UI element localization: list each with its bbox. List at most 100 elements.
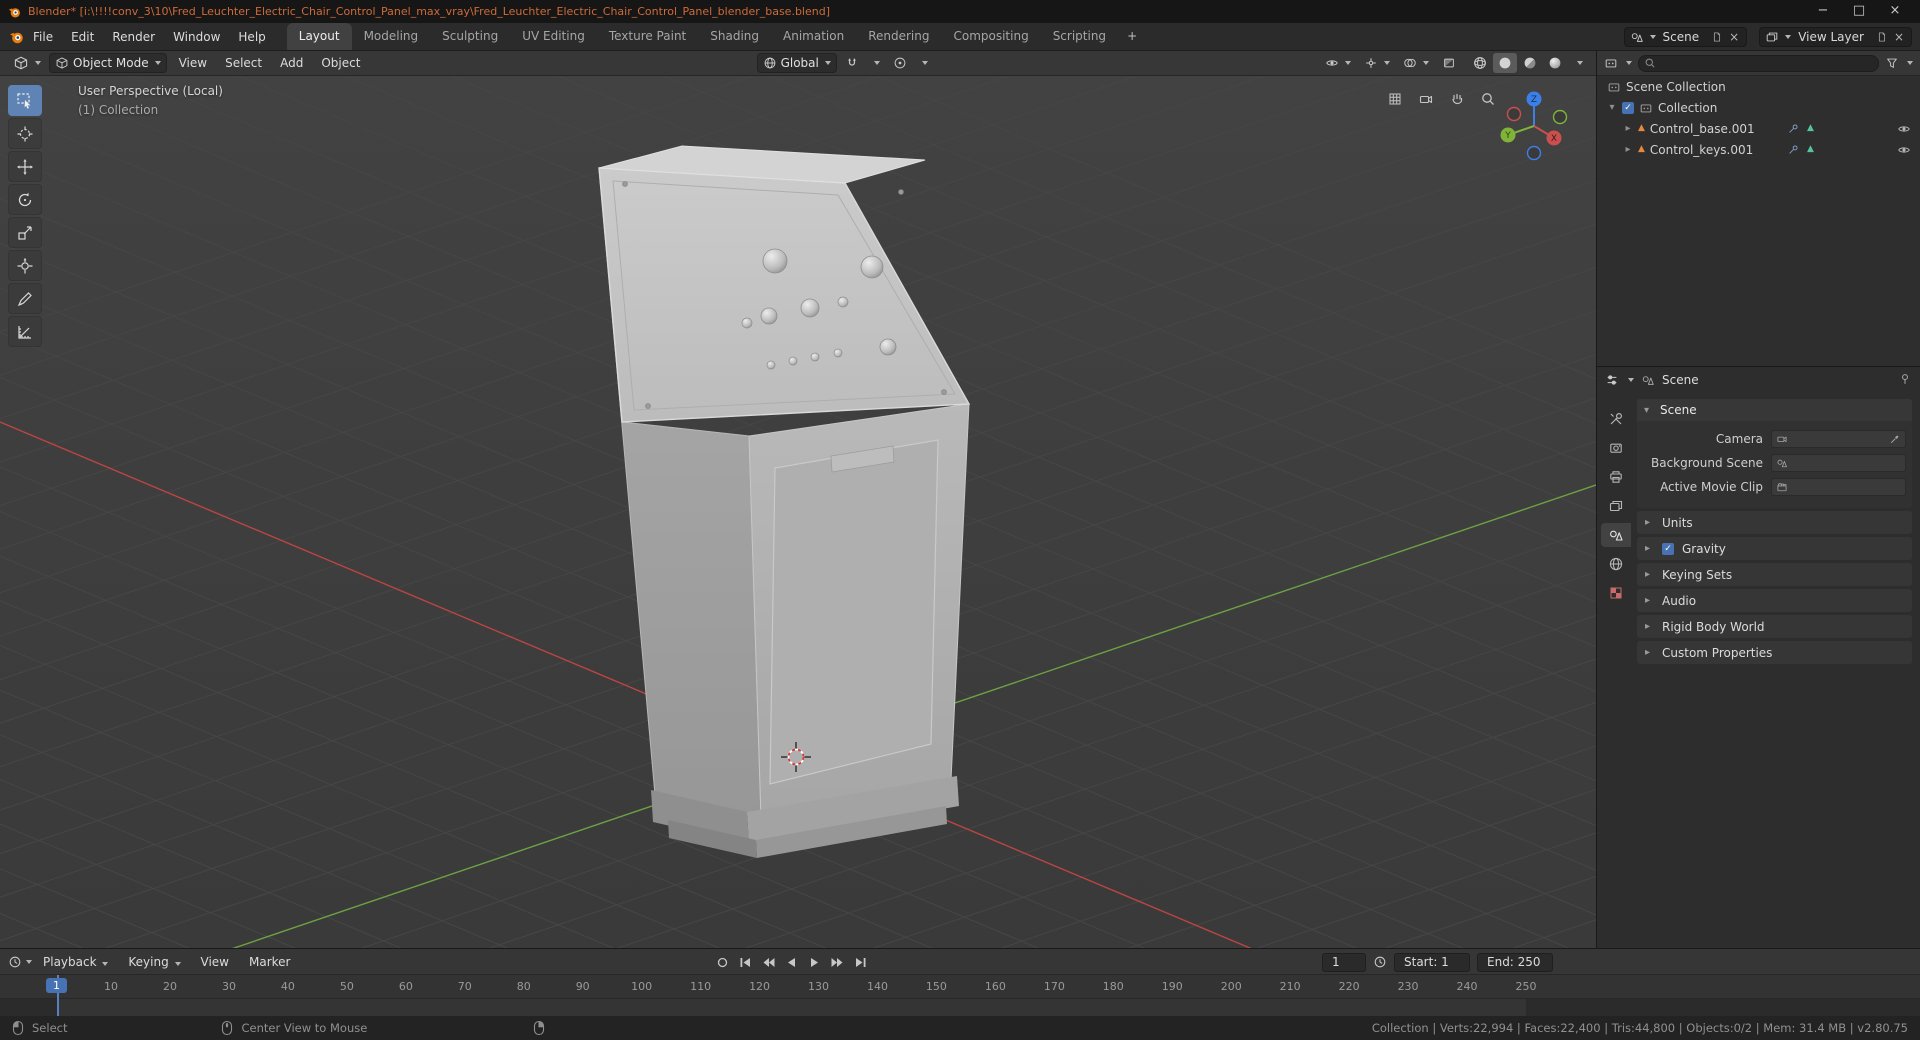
workspace-tab[interactable]: UV Editing bbox=[510, 23, 597, 50]
shading-wireframe-button[interactable] bbox=[1468, 53, 1492, 73]
playback-menu[interactable]: Playback bbox=[34, 949, 117, 975]
scene-panel-header[interactable]: ▾ Scene bbox=[1637, 399, 1912, 421]
mesh-data-icon[interactable]: ▲ bbox=[1807, 124, 1814, 133]
tab-render[interactable] bbox=[1601, 436, 1631, 460]
blender-logo-icon[interactable] bbox=[8, 29, 24, 45]
scene-selector[interactable]: Scene × bbox=[1623, 26, 1748, 47]
workspace-tab[interactable]: Compositing bbox=[941, 23, 1040, 50]
next-keyframe-button[interactable] bbox=[827, 953, 847, 971]
play-button[interactable] bbox=[804, 953, 824, 971]
tool-scale[interactable] bbox=[8, 217, 42, 248]
menu-item[interactable]: File bbox=[24, 24, 62, 50]
gizmo-x-neg-axis[interactable] bbox=[1506, 106, 1522, 122]
timeline-track[interactable] bbox=[0, 999, 1920, 1016]
viewport-3d-scene[interactable] bbox=[0, 0, 1920, 1040]
tool-select-box[interactable] bbox=[8, 85, 42, 116]
modifier-wrench-icon[interactable] bbox=[1787, 144, 1799, 156]
section-gravity[interactable]: ▸ ✓ Gravity bbox=[1637, 537, 1912, 560]
transform-orientation-dropdown[interactable]: Global bbox=[756, 53, 837, 73]
section-units[interactable]: ▸ Units bbox=[1637, 511, 1912, 534]
expand-icon[interactable]: ▸ bbox=[1623, 123, 1633, 134]
timeline-editor-icon[interactable] bbox=[8, 955, 22, 969]
close-button[interactable]: × bbox=[1877, 0, 1913, 23]
shading-dropdown[interactable] bbox=[1570, 53, 1588, 73]
frame-end-field[interactable]: End: 250 bbox=[1477, 952, 1553, 972]
workspace-tab[interactable]: Sculpting bbox=[430, 23, 510, 50]
tool-cursor[interactable] bbox=[8, 118, 42, 149]
overlays-dropdown[interactable] bbox=[1398, 53, 1434, 73]
outliner-row-collection[interactable]: ▾ ✓ Collection bbox=[1597, 97, 1920, 118]
workspace-tab[interactable]: Animation bbox=[771, 23, 856, 50]
outliner-row-scene-collection[interactable]: Scene Collection bbox=[1597, 76, 1920, 97]
view-menu[interactable]: View bbox=[192, 949, 238, 975]
outliner-object-row[interactable]: ▸ ▲ Control_keys.001 ▲ bbox=[1597, 139, 1920, 160]
filter-funnel-icon[interactable] bbox=[1885, 56, 1899, 70]
section-custom-properties[interactable]: ▸ Custom Properties bbox=[1637, 641, 1912, 664]
gravity-checkbox[interactable]: ✓ bbox=[1662, 542, 1674, 555]
maximize-button[interactable]: □ bbox=[1841, 0, 1877, 23]
jump-to-start-button[interactable] bbox=[735, 953, 755, 971]
viewport-menu-item[interactable]: Add bbox=[271, 50, 312, 76]
current-frame-field[interactable]: 1 bbox=[1322, 952, 1366, 972]
tool-rotate[interactable] bbox=[8, 184, 42, 215]
viewport-menu-item[interactable]: Object bbox=[312, 50, 369, 76]
section-rigid-body-world[interactable]: ▸ Rigid Body World bbox=[1637, 615, 1912, 638]
camera-view-icon[interactable] bbox=[1415, 88, 1437, 110]
xray-toggle[interactable] bbox=[1437, 53, 1461, 73]
workspace-tab[interactable]: Shading bbox=[698, 23, 771, 50]
outliner-object-row[interactable]: ▸ ▲ Control_base.001 ▲ bbox=[1597, 118, 1920, 139]
tool-transform[interactable] bbox=[8, 250, 42, 281]
menu-item[interactable]: Edit bbox=[62, 24, 103, 50]
new-view-layer-icon[interactable] bbox=[1876, 31, 1888, 43]
visibility-eye-icon[interactable] bbox=[1897, 143, 1911, 157]
tab-texture[interactable] bbox=[1601, 581, 1631, 605]
unlink-scene-icon[interactable]: × bbox=[1727, 30, 1741, 44]
outliner-search-field[interactable] bbox=[1638, 54, 1879, 72]
view-layer-selector[interactable]: View Layer × bbox=[1759, 26, 1912, 47]
workspace-tab[interactable]: Rendering bbox=[856, 23, 941, 50]
viewport-menu-item[interactable]: View bbox=[170, 50, 216, 76]
previous-keyframe-button[interactable] bbox=[758, 953, 778, 971]
minimize-button[interactable]: − bbox=[1805, 0, 1841, 23]
tab-world[interactable] bbox=[1601, 552, 1631, 576]
remove-view-layer-icon[interactable]: × bbox=[1892, 30, 1906, 44]
camera-field[interactable] bbox=[1771, 430, 1906, 448]
mesh-data-icon[interactable]: ▲ bbox=[1807, 145, 1814, 154]
viewport-canvas[interactable] bbox=[0, 0, 1920, 1040]
frame-start-field[interactable]: Start: 1 bbox=[1394, 952, 1470, 972]
pin-icon[interactable] bbox=[1898, 372, 1912, 386]
pan-hand-icon[interactable] bbox=[1446, 88, 1468, 110]
gizmo-z-neg-axis[interactable] bbox=[1526, 145, 1542, 161]
navigation-gizmo[interactable]: Z Y X bbox=[1492, 84, 1576, 168]
section-audio[interactable]: ▸ Audio bbox=[1637, 589, 1912, 612]
tool-move[interactable] bbox=[8, 151, 42, 182]
workspace-tab[interactable]: Layout bbox=[286, 23, 352, 50]
tab-output[interactable] bbox=[1601, 465, 1631, 489]
menu-item[interactable]: Help bbox=[229, 24, 274, 50]
add-workspace-button[interactable]: + bbox=[1118, 23, 1146, 50]
visibility-eye-icon[interactable] bbox=[1897, 122, 1911, 136]
tab-scene[interactable] bbox=[1601, 523, 1631, 547]
object-visibility-dropdown[interactable] bbox=[1320, 53, 1356, 73]
keying-menu[interactable]: Keying bbox=[119, 949, 189, 975]
workspace-tab[interactable]: Texture Paint bbox=[597, 23, 698, 50]
shading-solid-button[interactable] bbox=[1493, 53, 1517, 73]
active-movie-clip-field[interactable] bbox=[1771, 478, 1906, 496]
snap-dropdown[interactable] bbox=[867, 53, 885, 73]
collapse-icon[interactable]: ▾ bbox=[1607, 102, 1617, 113]
current-frame-badge[interactable]: 1 bbox=[46, 978, 67, 993]
modifier-wrench-icon[interactable] bbox=[1787, 123, 1799, 135]
properties-editor-icon[interactable] bbox=[1605, 373, 1619, 387]
perspective-grid-icon[interactable] bbox=[1384, 88, 1406, 110]
proportional-dropdown[interactable] bbox=[915, 53, 933, 73]
new-scene-icon[interactable] bbox=[1711, 31, 1723, 43]
snap-toggle[interactable] bbox=[840, 53, 864, 73]
control-panel-model[interactable] bbox=[598, 145, 971, 858]
editor-type-button[interactable] bbox=[8, 53, 46, 73]
workspace-tab[interactable]: Scripting bbox=[1041, 23, 1118, 50]
menu-item[interactable]: Render bbox=[103, 24, 164, 50]
tool-annotate[interactable] bbox=[8, 283, 42, 314]
collection-checkbox[interactable]: ✓ bbox=[1622, 101, 1634, 114]
section-keying-sets[interactable]: ▸ Keying Sets bbox=[1637, 563, 1912, 586]
proportional-editing-toggle[interactable] bbox=[888, 53, 912, 73]
